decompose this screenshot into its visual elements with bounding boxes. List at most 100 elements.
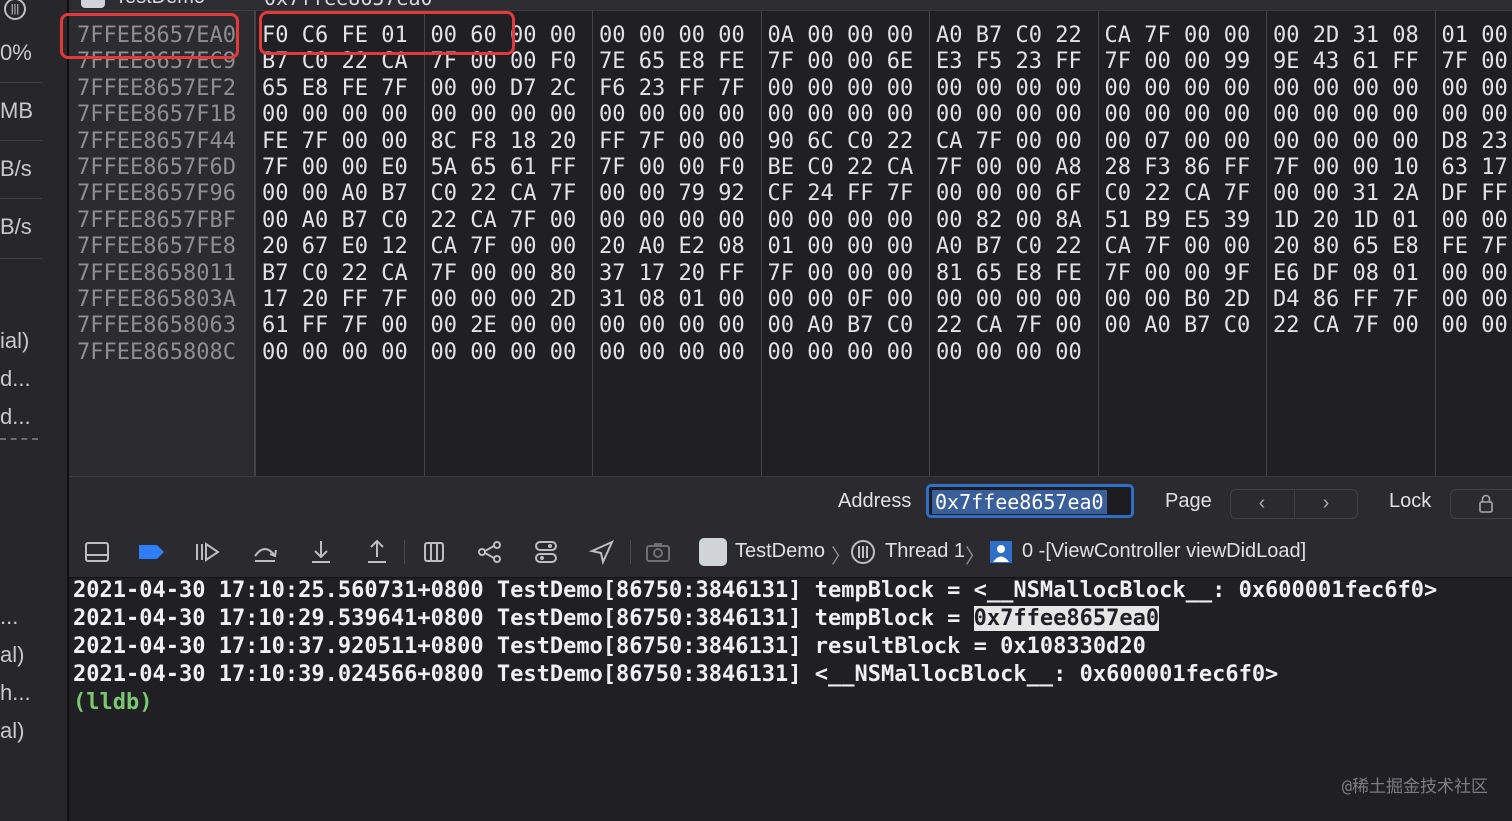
- sidebar-item-frame[interactable]: al): [0, 642, 24, 668]
- byte-group[interactable]: 7F 00: [1442, 49, 1508, 74]
- byte-group[interactable]: 7F 00 00 E0: [262, 155, 408, 180]
- byte-group[interactable]: 00 00 00 00: [936, 76, 1082, 101]
- byte-group[interactable]: D8 23: [1442, 129, 1508, 154]
- byte-group[interactable]: 00 07 00 00: [1105, 129, 1251, 154]
- memory-graph-icon[interactable]: [476, 538, 504, 566]
- byte-group[interactable]: 00 00 00 2D: [431, 287, 577, 312]
- byte-group[interactable]: 1D 20 1D 01: [1273, 208, 1419, 233]
- byte-group[interactable]: B7 C0 22 CA: [262, 261, 408, 286]
- sidebar-item-frame[interactable]: al): [0, 718, 24, 744]
- byte-group[interactable]: 00 00 00 00: [431, 102, 577, 127]
- byte-group[interactable]: 7E 65 E8 FE: [599, 49, 745, 74]
- byte-group[interactable]: 7F 00 00 A8: [936, 155, 1082, 180]
- byte-group[interactable]: 00 00: [1442, 76, 1508, 101]
- byte-group[interactable]: 00 00 00 00: [936, 287, 1082, 312]
- byte-group[interactable]: 00 00 00 00: [1105, 102, 1251, 127]
- byte-group[interactable]: 7F 00 00 10: [1273, 155, 1419, 180]
- byte-group[interactable]: 31 08 01 00: [599, 287, 745, 312]
- byte-group[interactable]: 7F 00 00 80: [431, 261, 577, 286]
- byte-group[interactable]: 17 20 FF 7F: [262, 287, 408, 312]
- byte-group[interactable]: 00 A0 B7 C0: [262, 208, 408, 233]
- byte-group[interactable]: 00 00 00 00: [599, 102, 745, 127]
- byte-group[interactable]: 00 00 00 00: [1105, 76, 1251, 101]
- byte-group[interactable]: 7F 00 00 99: [1105, 49, 1251, 74]
- byte-group[interactable]: 00 00 00 6F: [936, 181, 1082, 206]
- prev-page-button[interactable]: ‹: [1231, 490, 1293, 518]
- byte-group[interactable]: A0 B7 C0 22: [936, 234, 1082, 259]
- byte-group[interactable]: 00 00 00 00: [262, 102, 408, 127]
- byte-group[interactable]: 00 82 00 8A: [936, 208, 1082, 233]
- byte-group[interactable]: 5A 65 61 FF: [431, 155, 577, 180]
- simulate-location-icon[interactable]: [588, 538, 616, 566]
- byte-group[interactable]: 00 00: [1442, 208, 1508, 233]
- environment-overrides-icon[interactable]: [532, 538, 560, 566]
- byte-group[interactable]: D4 86 FF 7F: [1273, 287, 1419, 312]
- lock-toggle[interactable]: [1450, 489, 1512, 519]
- sidebar-item-frame[interactable]: ...: [0, 604, 18, 630]
- byte-group[interactable]: 00 00: [1442, 102, 1508, 127]
- byte-group[interactable]: 61 FF 7F 00: [262, 313, 408, 338]
- breakpoints-toggle-icon[interactable]: [137, 538, 165, 566]
- byte-group[interactable]: 8C F8 18 20: [431, 129, 577, 154]
- byte-group[interactable]: A0 B7 C0 22: [936, 23, 1082, 48]
- byte-group[interactable]: 00 00 00 00: [1273, 129, 1419, 154]
- byte-group[interactable]: DF FF: [1442, 181, 1508, 206]
- byte-group[interactable]: 00 00 00 00: [768, 340, 914, 365]
- byte-group[interactable]: 00 00 00 00: [599, 340, 745, 365]
- byte-group[interactable]: FE 7F 00 00: [262, 129, 408, 154]
- byte-group[interactable]: C0 22 CA 7F: [431, 181, 577, 206]
- byte-group[interactable]: 00 00 A0 B7: [262, 181, 408, 206]
- byte-group[interactable]: F6 23 FF 7F: [599, 76, 745, 101]
- byte-group[interactable]: BE C0 22 CA: [768, 155, 914, 180]
- camera-icon[interactable]: [644, 538, 672, 566]
- sidebar-item-frame[interactable]: ial): [0, 328, 29, 354]
- byte-group[interactable]: 00 00 00 00: [599, 208, 745, 233]
- byte-group[interactable]: 00 A0 B7 C0: [768, 313, 914, 338]
- byte-group[interactable]: 00 00 00 00: [768, 208, 914, 233]
- byte-group[interactable]: CF 24 FF 7F: [768, 181, 914, 206]
- byte-group[interactable]: 00 00 0F 00: [768, 287, 914, 312]
- sidebar-item-disk[interactable]: B/s: [0, 156, 32, 182]
- sidebar-item-cpu[interactable]: 0%: [0, 40, 32, 66]
- byte-group[interactable]: 00 00 00 00: [431, 340, 577, 365]
- byte-group[interactable]: 00 00: [1442, 287, 1508, 312]
- next-page-button[interactable]: ›: [1294, 490, 1357, 518]
- byte-group[interactable]: 28 F3 86 FF: [1105, 155, 1251, 180]
- view-hierarchy-icon[interactable]: [420, 538, 448, 566]
- byte-group[interactable]: 22 CA 7F 00: [1273, 313, 1419, 338]
- byte-group[interactable]: 00 00 00 00: [768, 102, 914, 127]
- byte-group[interactable]: 00 2D 31 08: [1273, 23, 1419, 48]
- byte-group[interactable]: 01 00: [1442, 23, 1508, 48]
- byte-group[interactable]: 90 6C C0 22: [768, 129, 914, 154]
- byte-group[interactable]: 7F 00 00 9F: [1105, 261, 1251, 286]
- byte-group[interactable]: 20 67 E0 12: [262, 234, 408, 259]
- continue-icon[interactable]: [193, 538, 221, 566]
- thread-selector[interactable]: Thread 1: [885, 540, 965, 563]
- byte-group[interactable]: 00 00 00 00: [1273, 76, 1419, 101]
- byte-group[interactable]: 20 80 65 E8: [1273, 234, 1419, 259]
- step-out-icon[interactable]: [363, 538, 391, 566]
- byte-group[interactable]: 00 00 00 00: [599, 23, 745, 48]
- step-into-icon[interactable]: [307, 538, 335, 566]
- byte-group[interactable]: 00 A0 B7 C0: [1105, 313, 1251, 338]
- lldb-prompt[interactable]: (lldb): [73, 690, 152, 715]
- byte-group[interactable]: FF 7F 00 00: [599, 129, 745, 154]
- byte-group[interactable]: 7F 00 00 6E: [768, 49, 914, 74]
- byte-group[interactable]: CA 7F 00 00: [431, 234, 577, 259]
- byte-group[interactable]: 00 00 00 00: [599, 313, 745, 338]
- byte-group[interactable]: E3 F5 23 FF: [936, 49, 1082, 74]
- byte-group[interactable]: 0A 00 00 00: [768, 23, 914, 48]
- sidebar-item-network[interactable]: B/s: [0, 214, 32, 240]
- byte-group[interactable]: 00 00 D7 2C: [431, 76, 577, 101]
- byte-group[interactable]: 22 CA 7F 00: [431, 208, 577, 233]
- byte-group[interactable]: 00 00 00 00: [1273, 102, 1419, 127]
- debug-app-name[interactable]: TestDemo: [735, 540, 825, 563]
- byte-group[interactable]: 00 2E 00 00: [431, 313, 577, 338]
- byte-group[interactable]: 37 17 20 FF: [599, 261, 745, 286]
- byte-group[interactable]: 00 00: [1442, 261, 1508, 286]
- byte-group[interactable]: 00 00 00 00: [936, 102, 1082, 127]
- stack-frame-selector[interactable]: 0 -[ViewController viewDidLoad]: [1022, 540, 1306, 563]
- byte-group[interactable]: 63 17: [1442, 155, 1508, 180]
- byte-group[interactable]: CA 7F 00 00: [936, 129, 1082, 154]
- sidebar-item-memory[interactable]: MB: [0, 98, 33, 124]
